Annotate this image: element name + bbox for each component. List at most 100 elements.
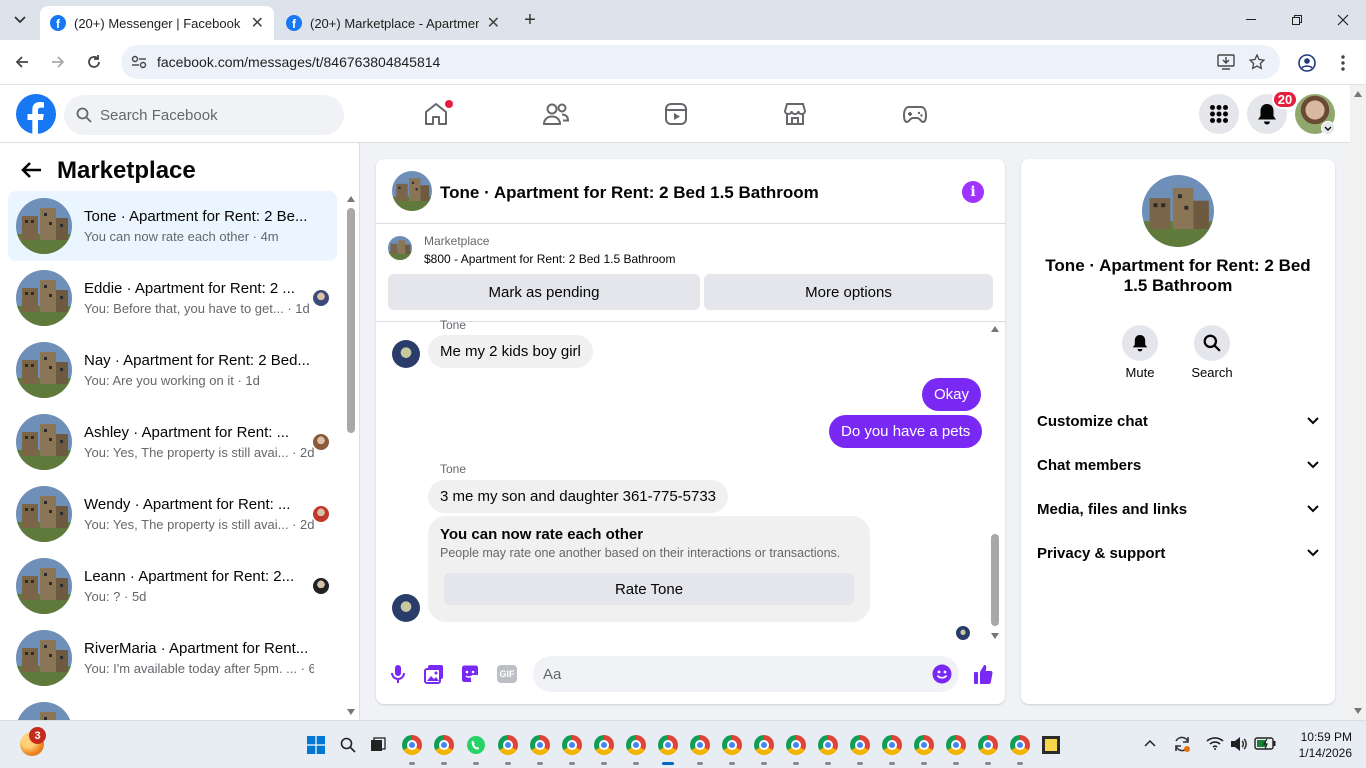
volume-icon[interactable]: [1230, 736, 1248, 752]
customize-chat-section[interactable]: Customize chat: [1037, 401, 1319, 441]
battery-icon[interactable]: [1254, 737, 1276, 750]
taskbar-chrome-window[interactable]: [1006, 731, 1034, 765]
outgoing-message[interactable]: Do you have a pets: [829, 415, 983, 448]
outgoing-message[interactable]: Okay: [922, 378, 982, 411]
taskbar-chrome-window[interactable]: [910, 731, 938, 765]
scroll-down-arrow-icon[interactable]: [347, 709, 355, 715]
chat-title[interactable]: Tone · Apartment for Rent: 2 Bed 1.5 Bat…: [440, 183, 819, 203]
taskbar-chrome-window[interactable]: [654, 731, 682, 765]
task-view-button[interactable]: [364, 731, 392, 759]
sync-icon[interactable]: [1173, 735, 1191, 753]
photo-gallery-icon[interactable]: [424, 664, 444, 684]
taskbar-chrome-window[interactable]: [622, 731, 650, 765]
taskbar-chrome-window[interactable]: [974, 731, 1002, 765]
taskbar-chrome-window[interactable]: [942, 731, 970, 765]
facebook-logo-icon[interactable]: [16, 94, 56, 134]
conversation-info-icon[interactable]: i: [962, 181, 984, 203]
conversation-item[interactable]: Leann · Apartment for Rent: 2... You: ? ·…: [8, 551, 337, 621]
taskbar-chrome-window[interactable]: [782, 731, 810, 765]
taskbar-chrome-window[interactable]: [814, 731, 842, 765]
conversation-item[interactable]: Matilde · Apartment for Rent:: [8, 695, 337, 720]
nav-home[interactable]: [416, 93, 456, 135]
taskbar-chrome-window[interactable]: [430, 731, 458, 765]
taskbar-chrome-window[interactable]: [686, 731, 714, 765]
search-in-conversation-button[interactable]: [1194, 325, 1230, 361]
listing-description[interactable]: $800 - Apartment for Rent: 2 Bed 1.5 Bat…: [424, 252, 675, 266]
account-menu-chevron[interactable]: [1321, 121, 1335, 135]
conversation-item[interactable]: Wendy · Apartment for Rent: ... You: Yes,…: [8, 479, 337, 549]
close-window-button[interactable]: [1320, 0, 1366, 40]
page-scrollbar[interactable]: [1350, 85, 1366, 720]
more-options-button[interactable]: More options: [704, 274, 993, 310]
messages-scrollbar[interactable]: [988, 324, 1002, 642]
scroll-up-arrow-icon[interactable]: [1354, 91, 1362, 97]
tab-messenger[interactable]: f (20+) Messenger | Facebook ✕: [40, 6, 274, 40]
taskbar-chrome-window[interactable]: [558, 731, 586, 765]
nav-friends[interactable]: [536, 93, 576, 135]
reload-button[interactable]: [80, 48, 108, 76]
profile-icon[interactable]: [1298, 54, 1316, 72]
menu-button[interactable]: [1199, 94, 1239, 134]
taskbar-chrome-window[interactable]: [526, 731, 554, 765]
close-tab-icon[interactable]: ✕: [487, 13, 500, 33]
conversation-item[interactable]: Ashley · Apartment for Rent: ... You: Yes…: [8, 407, 337, 477]
taskbar-sticky-notes[interactable]: [1037, 731, 1065, 759]
start-button[interactable]: [302, 731, 330, 759]
media-files-links-section[interactable]: Media, files and links: [1037, 489, 1319, 529]
search-facebook-input[interactable]: Search Facebook: [64, 95, 344, 135]
nav-gaming[interactable]: [895, 93, 935, 135]
thumbs-up-icon[interactable]: [973, 663, 993, 685]
taskbar-chrome-window[interactable]: [878, 731, 906, 765]
taskbar-chrome-window[interactable]: [398, 731, 426, 765]
scrollbar-thumb[interactable]: [991, 534, 999, 626]
message-input[interactable]: Aa: [533, 656, 959, 692]
emoji-icon[interactable]: [932, 664, 952, 684]
taskbar-search-button[interactable]: [334, 731, 362, 759]
conversation-item[interactable]: Nay · Apartment for Rent: 2 Bed... You: A…: [8, 335, 337, 405]
nav-marketplace[interactable]: [775, 93, 815, 135]
install-app-icon[interactable]: [1217, 54, 1235, 70]
gif-icon[interactable]: GIF: [497, 665, 517, 683]
scroll-down-arrow-icon[interactable]: [1354, 708, 1362, 714]
tab-marketplace[interactable]: f (20+) Marketplace - Apartment ✕: [276, 6, 510, 40]
forward-button[interactable]: [44, 48, 72, 76]
taskbar-chrome-window[interactable]: [718, 731, 746, 765]
mark-as-pending-button[interactable]: Mark as pending: [388, 274, 700, 310]
bookmark-star-icon[interactable]: [1249, 54, 1265, 70]
minimize-button[interactable]: [1228, 0, 1274, 40]
scroll-down-arrow-icon[interactable]: [991, 633, 999, 639]
chat-header-avatar[interactable]: [392, 171, 432, 211]
microphone-icon[interactable]: [390, 664, 406, 684]
close-tab-icon[interactable]: ✕: [251, 13, 264, 33]
conversation-item[interactable]: Eddie · Apartment for Rent: 2 ... You: Be…: [8, 263, 337, 333]
restore-button[interactable]: [1274, 0, 1320, 40]
tone-avatar[interactable]: [392, 594, 420, 622]
back-to-chats-button[interactable]: [20, 161, 42, 179]
privacy-support-section[interactable]: Privacy & support: [1037, 533, 1319, 573]
conversation-item[interactable]: RiverMaria · Apartment for Rent... You: I…: [8, 623, 337, 693]
show-hidden-icons-icon[interactable]: [1144, 739, 1156, 747]
incoming-message[interactable]: Me my 2 kids boy girl: [428, 335, 593, 368]
site-info-icon[interactable]: [131, 55, 147, 69]
scroll-up-arrow-icon[interactable]: [347, 196, 355, 202]
scroll-up-arrow-icon[interactable]: [991, 326, 999, 332]
taskbar-chrome-window[interactable]: [494, 731, 522, 765]
menu-dots-icon[interactable]: [1340, 54, 1346, 72]
rate-tone-button[interactable]: Rate Tone: [444, 573, 854, 605]
conversation-list-scrollbar[interactable]: [344, 193, 356, 720]
taskbar-chrome-window[interactable]: [590, 731, 618, 765]
scrollbar-thumb[interactable]: [347, 208, 355, 433]
chat-members-section[interactable]: Chat members: [1037, 445, 1319, 485]
taskbar-chrome-window[interactable]: [750, 731, 778, 765]
back-button[interactable]: [8, 48, 36, 76]
taskbar-whatsapp[interactable]: [462, 731, 490, 765]
listing-thumbnail[interactable]: [388, 236, 412, 260]
new-tab-button[interactable]: +: [518, 8, 542, 32]
details-avatar[interactable]: [1142, 175, 1214, 247]
tab-search-button[interactable]: [8, 8, 32, 32]
conversation-item[interactable]: Tone · Apartment for Rent: 2 Be... You ca…: [8, 191, 337, 261]
tone-avatar[interactable]: [392, 340, 420, 368]
taskbar-chrome-window[interactable]: [846, 731, 874, 765]
nav-video[interactable]: [656, 93, 696, 135]
system-clock[interactable]: 10:59 PM 1/14/2026: [1282, 729, 1352, 761]
